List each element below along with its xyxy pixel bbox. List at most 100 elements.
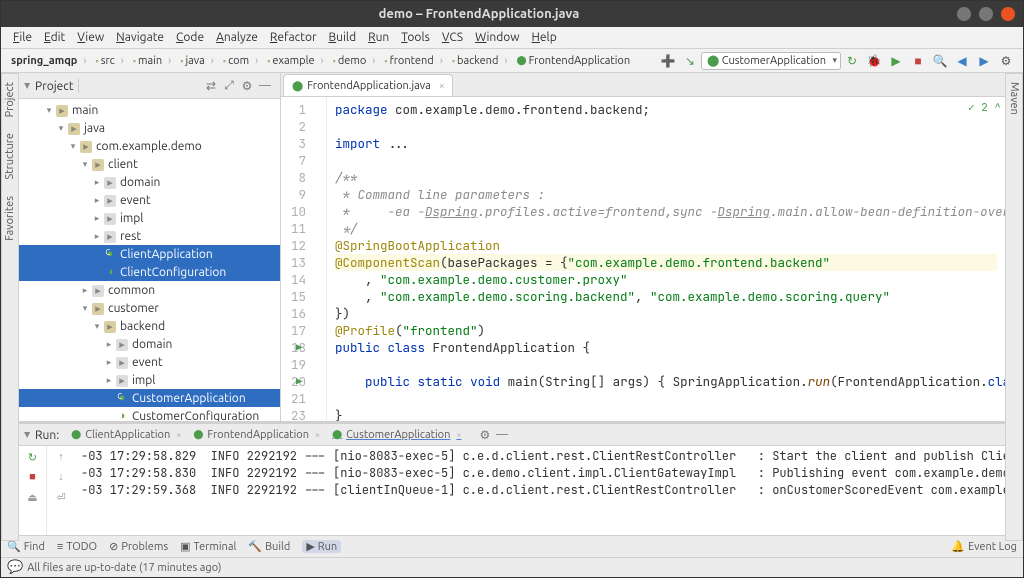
run-tab[interactable]: ⬤CustomerApplication× xyxy=(326,426,467,444)
tree-node[interactable]: domain xyxy=(19,335,280,353)
editor-tab[interactable]: ⬤ FrontendApplication.java × xyxy=(283,74,453,96)
menu-run[interactable]: Run xyxy=(362,31,395,44)
minimize-button[interactable] xyxy=(957,7,971,21)
inspection-widget[interactable]: ✓ 2 ^ xyxy=(968,101,1001,115)
tool-problems[interactable]: ⊘Problems xyxy=(109,540,168,553)
status-bar: 💬 All files are up-to-date (17 minutes a… xyxy=(1,557,1023,577)
stripe-tab-maven[interactable]: Maven xyxy=(1007,74,1021,123)
breadcrumb-item[interactable]: ▪ src xyxy=(91,55,128,67)
tree-node[interactable]: CustomerApplication xyxy=(19,389,280,407)
down-icon[interactable]: ↓ xyxy=(52,468,70,486)
bottom-tool-tabs: 🔍Find ≡TODO ⊘Problems ▣Terminal 🔨Build ▶Run 🔔E… xyxy=(1,535,1023,557)
tool-terminal[interactable]: ▣Terminal xyxy=(180,540,236,553)
tree-node[interactable]: client xyxy=(19,155,280,173)
problems-icon: ⊘ xyxy=(109,540,118,553)
tree-node[interactable]: customer xyxy=(19,299,280,317)
window-titlebar: demo – FrontendApplication.java xyxy=(1,1,1023,27)
settings-icon[interactable]: ⚙ xyxy=(997,52,1015,70)
add-config-icon[interactable]: ➕ xyxy=(659,52,677,70)
editor-source[interactable]: package com.example.demo.frontend.backen… xyxy=(327,97,1005,421)
tree-node[interactable]: impl xyxy=(19,209,280,227)
tree-node[interactable]: event xyxy=(19,353,280,371)
hide-icon[interactable]: — xyxy=(496,428,508,441)
tree-node[interactable]: main xyxy=(19,101,280,119)
run-gutter-icon[interactable]: ▶ xyxy=(296,373,302,390)
run-gutter-icon[interactable]: ▶ xyxy=(296,339,302,356)
breadcrumb-item[interactable]: ▪ com xyxy=(219,55,263,67)
menu-help[interactable]: Help xyxy=(526,31,563,44)
wrap-icon[interactable]: ⏎ xyxy=(52,488,70,506)
tool-find[interactable]: 🔍Find xyxy=(7,540,45,553)
close-tab-icon[interactable]: × xyxy=(439,80,445,91)
run-icon: ▶ xyxy=(306,540,314,553)
close-button[interactable] xyxy=(1001,7,1015,21)
up-icon[interactable]: ↑ xyxy=(52,448,70,466)
menu-view[interactable]: View xyxy=(71,31,110,44)
maximize-button[interactable] xyxy=(979,7,993,21)
run-tool-label[interactable]: Run: xyxy=(25,428,59,442)
tool-todo[interactable]: ≡TODO xyxy=(57,541,97,553)
rerun-icon[interactable]: ↻ xyxy=(843,52,861,70)
breadcrumb-item[interactable]: ⬤ FrontendApplication xyxy=(512,55,635,67)
debug-icon[interactable]: 🐞 xyxy=(865,52,883,70)
menu-navigate[interactable]: Navigate xyxy=(110,31,170,44)
breadcrumb-item[interactable]: ▪ example xyxy=(263,55,328,67)
breadcrumb-item[interactable]: ▪ demo xyxy=(329,55,381,67)
stop-icon[interactable]: ■ xyxy=(909,52,927,70)
right-tool-stripe: Maven xyxy=(1005,73,1023,541)
back-icon[interactable]: ◀ xyxy=(953,52,971,70)
tree-node[interactable]: impl xyxy=(19,371,280,389)
exit-icon[interactable]: ⏏ xyxy=(24,488,42,506)
menu-edit[interactable]: Edit xyxy=(38,31,71,44)
tool-build[interactable]: 🔨Build xyxy=(248,540,290,553)
tree-node[interactable]: com.example.demo xyxy=(19,137,280,155)
expand-all-icon[interactable]: ⤢ xyxy=(220,79,238,93)
left-tool-stripe: ProjectStructureFavorites xyxy=(1,73,19,541)
menu-tools[interactable]: Tools xyxy=(395,31,436,44)
event-log[interactable]: 🔔Event Log xyxy=(951,540,1017,553)
menu-window[interactable]: Window xyxy=(469,31,525,44)
tree-node[interactable]: CustomerConfiguration xyxy=(19,407,280,421)
editor-gutter[interactable]: 123789101112131415161718▶1920▶2123 xyxy=(281,97,327,421)
todo-icon: ≡ xyxy=(57,541,63,553)
project-label[interactable]: Project xyxy=(25,79,74,93)
run-config-dropdown[interactable]: ⬤ CustomerApplication xyxy=(701,52,841,70)
menu-code[interactable]: Code xyxy=(170,31,210,44)
tree-node[interactable]: rest xyxy=(19,227,280,245)
tree-node[interactable]: ClientConfiguration xyxy=(19,263,280,281)
build-hammer-icon[interactable]: ↘ xyxy=(681,52,699,70)
select-opened-file-icon[interactable]: ⇄ xyxy=(202,79,220,93)
tree-node[interactable]: event xyxy=(19,191,280,209)
project-tree[interactable]: mainjavacom.example.democlientdomaineven… xyxy=(19,99,280,421)
tree-node[interactable]: ClientApplication xyxy=(19,245,280,263)
tree-node[interactable]: backend xyxy=(19,317,280,335)
gear-icon[interactable]: ⚙ xyxy=(479,428,490,442)
menu-file[interactable]: File xyxy=(7,31,38,44)
stripe-tab-project[interactable]: Project xyxy=(3,74,17,125)
rerun-icon[interactable]: ↻ xyxy=(24,448,42,466)
menu-build[interactable]: Build xyxy=(323,31,363,44)
menu-analyze[interactable]: Analyze xyxy=(210,31,264,44)
stripe-tab-structure[interactable]: Structure xyxy=(3,125,17,188)
menu-vcs[interactable]: VCS xyxy=(436,31,469,44)
tree-node[interactable]: domain xyxy=(19,173,280,191)
breadcrumb-item[interactable]: ▪ java xyxy=(176,55,219,67)
run-tab[interactable]: ⬤FrontendApplication× xyxy=(187,426,326,444)
breadcrumb-item[interactable]: ▪ backend xyxy=(448,55,513,67)
tree-node[interactable]: common xyxy=(19,281,280,299)
coverage-icon[interactable]: ▶ xyxy=(887,52,905,70)
console-output[interactable]: -03 17:29:58.829 INFO 2292192 --- [nio-8… xyxy=(75,446,1005,535)
breadcrumb-item[interactable]: spring_amqp xyxy=(7,55,91,67)
breadcrumb-item[interactable]: ▪ frontend xyxy=(380,55,447,67)
gear-icon[interactable]: ⚙ xyxy=(238,79,256,93)
run-tab[interactable]: ⬤ClientApplication× xyxy=(65,426,187,444)
hide-icon[interactable]: — xyxy=(256,79,274,92)
breadcrumb-item[interactable]: ▪ main xyxy=(129,55,176,67)
forward-icon[interactable]: ▶ xyxy=(975,52,993,70)
tree-node[interactable]: java xyxy=(19,119,280,137)
stripe-tab-favorites[interactable]: Favorites xyxy=(3,188,17,249)
search-icon[interactable]: 🔍 xyxy=(931,52,949,70)
stop-icon[interactable]: ■ xyxy=(24,468,42,486)
menu-refactor[interactable]: Refactor xyxy=(264,31,323,44)
tool-run[interactable]: ▶Run xyxy=(302,540,341,553)
